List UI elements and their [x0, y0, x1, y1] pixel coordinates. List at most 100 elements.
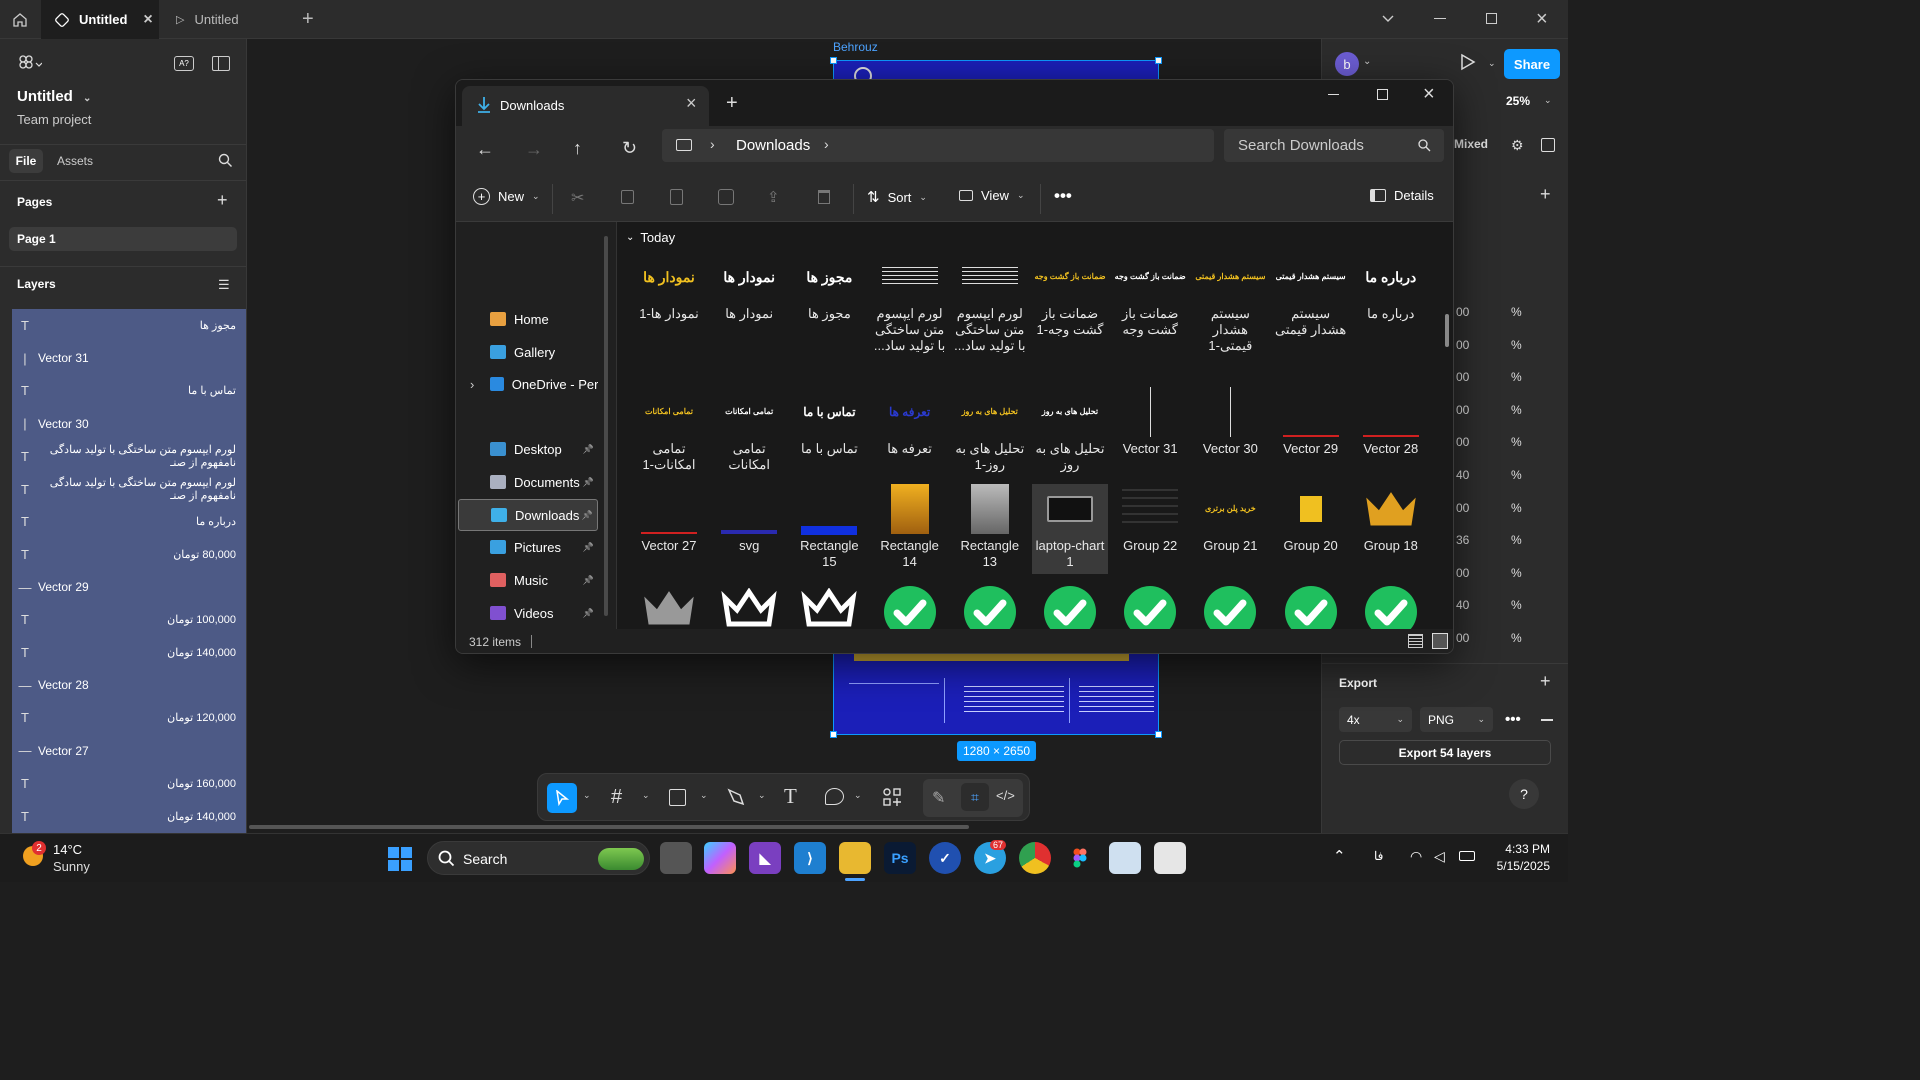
percent-value[interactable]: 00 — [1456, 305, 1469, 319]
percent-value[interactable]: 00 — [1456, 501, 1469, 515]
chevron-right-icon[interactable]: › — [470, 377, 474, 392]
nav-item[interactable]: OneDrive - Perso › — [458, 368, 598, 400]
move-tool-icon[interactable] — [547, 783, 577, 813]
percent-value[interactable]: 00 — [1456, 338, 1469, 352]
layer-row[interactable]: — Vector 29 — [12, 571, 244, 604]
nav-item[interactable]: Pictures 📌 — [458, 531, 598, 563]
layer-row[interactable]: T 120,000 تومان — [12, 701, 244, 734]
layer-row[interactable]: | Vector 31 — [12, 342, 244, 375]
chevron-down-icon[interactable]: ⌄ — [1363, 56, 1371, 67]
file-item[interactable]: نمودار ها نمودار ها-1 — [631, 252, 707, 322]
file-item[interactable]: Vector 28 — [1353, 387, 1429, 457]
home-button[interactable] — [0, 0, 40, 39]
add-page-icon[interactable]: + — [217, 190, 228, 211]
export-scale-select[interactable]: 4x ⌄ — [1339, 707, 1412, 732]
start-icon[interactable] — [388, 847, 412, 871]
chrome-icon[interactable] — [1019, 842, 1051, 874]
file-item[interactable]: Rectangle 14 — [872, 484, 948, 570]
nav-item[interactable]: Downloads 📌 — [458, 499, 598, 531]
file-item[interactable]: Group 20 — [1273, 484, 1349, 554]
rename-icon[interactable] — [718, 189, 734, 205]
minimize-icon[interactable] — [1434, 18, 1446, 19]
file-title[interactable]: Untitled ⌄ — [17, 88, 91, 105]
file-item[interactable]: Rectangle 13 — [952, 484, 1028, 570]
pen-tool-icon[interactable] — [726, 787, 746, 810]
chevron-down-icon[interactable]: ⌄ — [1544, 95, 1552, 106]
tab-file[interactable]: File — [9, 149, 43, 173]
new-tab-button[interactable]: + — [288, 0, 328, 39]
file-item[interactable]: Group 22 — [1112, 484, 1188, 554]
text-tool-icon[interactable]: T — [784, 784, 797, 809]
chevron-up-icon[interactable]: ⌃ — [1333, 847, 1346, 865]
file-item[interactable]: Vector 29 — [1273, 387, 1349, 457]
cut-icon[interactable]: ✂ — [571, 188, 584, 208]
details-view-icon[interactable] — [1408, 634, 1423, 648]
rectangle-tool-icon[interactable] — [669, 789, 686, 806]
chevron-down-icon[interactable]: ⌄ — [854, 790, 862, 801]
layer-row[interactable]: T 140,000 تومان — [12, 800, 244, 833]
layer-row[interactable]: T لورم ایپسوم متن ساختگی با تولید سادگی ن… — [12, 473, 244, 506]
group-header-today[interactable]: ⌄ Today — [626, 230, 675, 245]
resize-handle[interactable] — [1155, 57, 1162, 64]
percent-value[interactable]: 00 — [1456, 566, 1469, 580]
page-item-page-1[interactable]: Page 1 — [9, 227, 237, 251]
taskbar-search[interactable]: Search — [427, 841, 650, 875]
vscode-icon[interactable]: ⟩ — [794, 842, 826, 874]
breadcrumb[interactable]: Downloads — [736, 137, 810, 154]
resize-handle[interactable] — [1155, 731, 1162, 738]
layer-row[interactable]: T لورم ایپسوم متن ساختگی با تولید سادگی ن… — [12, 440, 244, 473]
layer-row[interactable]: T تماس با ما — [12, 374, 244, 407]
file-item[interactable]: ضمانت باز گشت وجه ضمانت باز گشت وجه-1 — [1032, 252, 1108, 338]
horizontal-scrollbar[interactable] — [249, 825, 969, 829]
copy-icon[interactable] — [621, 190, 634, 204]
share-button[interactable]: Share — [1504, 49, 1560, 79]
text-style-icon[interactable]: A? — [174, 56, 194, 71]
add-icon[interactable]: + — [1540, 184, 1551, 205]
clock-time[interactable]: 4:33 PM — [1500, 842, 1550, 856]
file-item[interactable]: لورم ایپسوم متن ساختگی با تولید ساد... — [952, 252, 1028, 354]
close-window-icon[interactable]: × — [1536, 8, 1548, 31]
search-field[interactable]: Search Downloads — [1224, 129, 1444, 162]
more-options-icon[interactable]: ••• — [1505, 711, 1521, 728]
present-icon[interactable] — [1460, 53, 1476, 74]
design-mode-icon[interactable]: ⌗ — [961, 783, 989, 811]
delete-icon[interactable] — [818, 190, 830, 204]
refresh-icon[interactable]: ↻ — [622, 138, 637, 159]
percent-value[interactable]: 00 — [1456, 370, 1469, 384]
chevron-down-icon[interactable] — [1380, 10, 1396, 29]
chevron-down-icon[interactable]: ⌄ — [642, 790, 650, 801]
dev-mode-icon[interactable]: </> — [996, 788, 1015, 803]
address-field[interactable]: › Downloads › — [662, 129, 1214, 162]
tab-untitled-design[interactable]: Untitled × — [41, 0, 159, 39]
photoshop-icon[interactable]: Ps — [884, 842, 916, 874]
chevron-down-icon[interactable]: ⌄ — [758, 790, 766, 801]
image-viewer-icon[interactable] — [1109, 842, 1141, 874]
zoom-level[interactable]: 25% — [1506, 94, 1530, 108]
file-item[interactable]: تحلیل های به روز تحلیل های به روز — [1032, 387, 1108, 473]
file-item[interactable]: ضمانت باز گشت وجه ضمانت باز گشت وجه — [1112, 252, 1188, 338]
layer-row[interactable]: T مجوز ها — [12, 309, 244, 342]
tiles-view-icon[interactable] — [1432, 633, 1448, 649]
visual-studio-icon[interactable]: ◣ — [749, 842, 781, 874]
tab-assets[interactable]: Assets — [57, 154, 93, 168]
pin-icon[interactable]: 📌 — [583, 477, 594, 488]
percent-value[interactable]: 40 — [1456, 468, 1469, 482]
file-item[interactable]: تمامی امکانات تمامی امکانات-1 — [631, 387, 707, 473]
file-explorer-icon[interactable] — [839, 842, 871, 874]
chevron-down-icon[interactable]: ⌄ — [583, 790, 591, 801]
search-icon[interactable] — [218, 153, 233, 171]
layer-row[interactable]: | Vector 30 — [12, 407, 244, 440]
file-item[interactable]: خرید پلن برتری Group 21 — [1192, 484, 1268, 554]
weather-temp[interactable]: 14°C — [53, 842, 82, 857]
file-item[interactable]: درباره ما درباره ما — [1353, 252, 1429, 322]
file-item[interactable]: نمودار ها نمودار ها — [711, 252, 787, 322]
nav-item[interactable]: Gallery — [458, 336, 598, 368]
frame-tool-icon[interactable]: # — [611, 786, 622, 809]
percent-value[interactable]: 00 — [1456, 403, 1469, 417]
battery-icon[interactable] — [1459, 851, 1475, 861]
pin-icon[interactable]: 📌 — [583, 542, 594, 553]
file-item[interactable]: تعرفه ها تعرفه ها — [872, 387, 948, 457]
maximize-icon[interactable] — [1377, 89, 1388, 100]
chevron-down-icon[interactable]: ⌄ — [700, 790, 708, 801]
percent-value[interactable]: 40 — [1456, 598, 1469, 612]
